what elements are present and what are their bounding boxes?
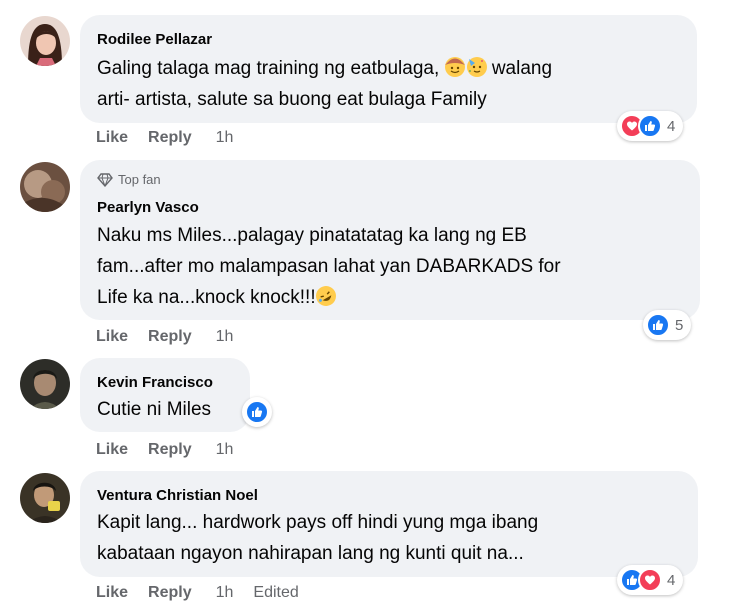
reactions-summary[interactable]: 4: [617, 111, 684, 141]
comment-author[interactable]: Rodilee Pellazar: [97, 31, 212, 48]
comment-actions: Like Reply 1h: [96, 129, 253, 147]
reactions-summary[interactable]: [242, 397, 272, 427]
top-fan-label: Top fan: [118, 172, 161, 187]
reaction-count: 4: [667, 571, 676, 589]
like-button[interactable]: Like: [96, 584, 128, 602]
partying-face-emoji: [466, 57, 487, 77]
top-fan-badge: Top fan: [97, 172, 161, 187]
reply-button[interactable]: Reply: [148, 328, 192, 346]
comment-author[interactable]: Ventura Christian Noel: [97, 487, 258, 504]
like-button[interactable]: Like: [96, 441, 128, 459]
comment-actions: Like Reply 1h Edited: [96, 584, 299, 602]
avatar[interactable]: [20, 359, 70, 409]
comment-actions: Like Reply 1h: [96, 441, 253, 459]
comment-text-line: Naku ms Miles...palagay pinatatatag ka l…: [97, 225, 527, 246]
comment-timestamp[interactable]: 1h: [216, 328, 234, 346]
comment-author[interactable]: Pearlyn Vasco: [97, 199, 199, 216]
comment-text-line: Cutie ni Miles: [97, 399, 212, 420]
comment-text: Galing talaga mag training ng eatbulaga,: [97, 58, 440, 79]
comment-bubble: Rodilee Pellazar Galing talaga mag train…: [80, 15, 697, 123]
comment-bubble: Kevin Francisco Cutie ni Miles: [80, 358, 250, 432]
comment-bubble: Ventura Christian Noel Kapit lang... har…: [80, 471, 698, 577]
comment-timestamp[interactable]: 1h: [216, 584, 234, 602]
like-reaction-icon: [638, 114, 662, 138]
avatar[interactable]: [20, 16, 70, 66]
reactions-summary[interactable]: 4: [617, 565, 684, 595]
avatar[interactable]: [20, 473, 70, 523]
comment-text-line: Life ka na...knock knock!!!: [97, 282, 340, 313]
rolling-on-floor-laughing-emoji: [311, 282, 340, 310]
comment-bubble: Top fan Pearlyn Vasco Naku ms Miles...pa…: [80, 160, 700, 320]
reactions-summary[interactable]: 5: [643, 310, 692, 340]
comment-text: walang: [491, 58, 553, 79]
edited-label[interactable]: Edited: [253, 584, 298, 602]
like-button[interactable]: Like: [96, 129, 128, 147]
reply-button[interactable]: Reply: [148, 441, 192, 459]
reply-button[interactable]: Reply: [148, 129, 192, 147]
comment-text-line: fam...after mo malampasan lahat yan DABA…: [97, 256, 561, 277]
like-reaction-icon: [245, 400, 269, 424]
comment-actions: Like Reply 1h: [96, 328, 253, 346]
love-reaction-icon: [638, 568, 662, 592]
like-reaction-icon: [646, 313, 670, 337]
cowboy-face-emoji: [444, 57, 465, 77]
comment-text-line: arti- artista, salute sa buong eat bulag…: [97, 89, 487, 110]
comment-author[interactable]: Kevin Francisco: [97, 374, 213, 391]
comment-timestamp[interactable]: 1h: [216, 129, 234, 147]
reply-button[interactable]: Reply: [148, 584, 192, 602]
reaction-count: 4: [667, 117, 676, 135]
like-button[interactable]: Like: [96, 328, 128, 346]
reaction-count: 5: [675, 316, 684, 334]
comment-text-line: Galing talaga mag training ng eatbulaga,…: [97, 53, 552, 84]
comment-text-line: Kapit lang... hardwork pays off hindi yu…: [97, 512, 539, 533]
comment-text: Life ka na...knock knock!!!: [97, 287, 316, 308]
diamond-icon: [97, 172, 113, 187]
comment-text-line: kabataan ngayon nahirapan lang ng kunti …: [97, 543, 524, 564]
avatar[interactable]: [20, 162, 70, 212]
comment-timestamp[interactable]: 1h: [216, 441, 234, 459]
